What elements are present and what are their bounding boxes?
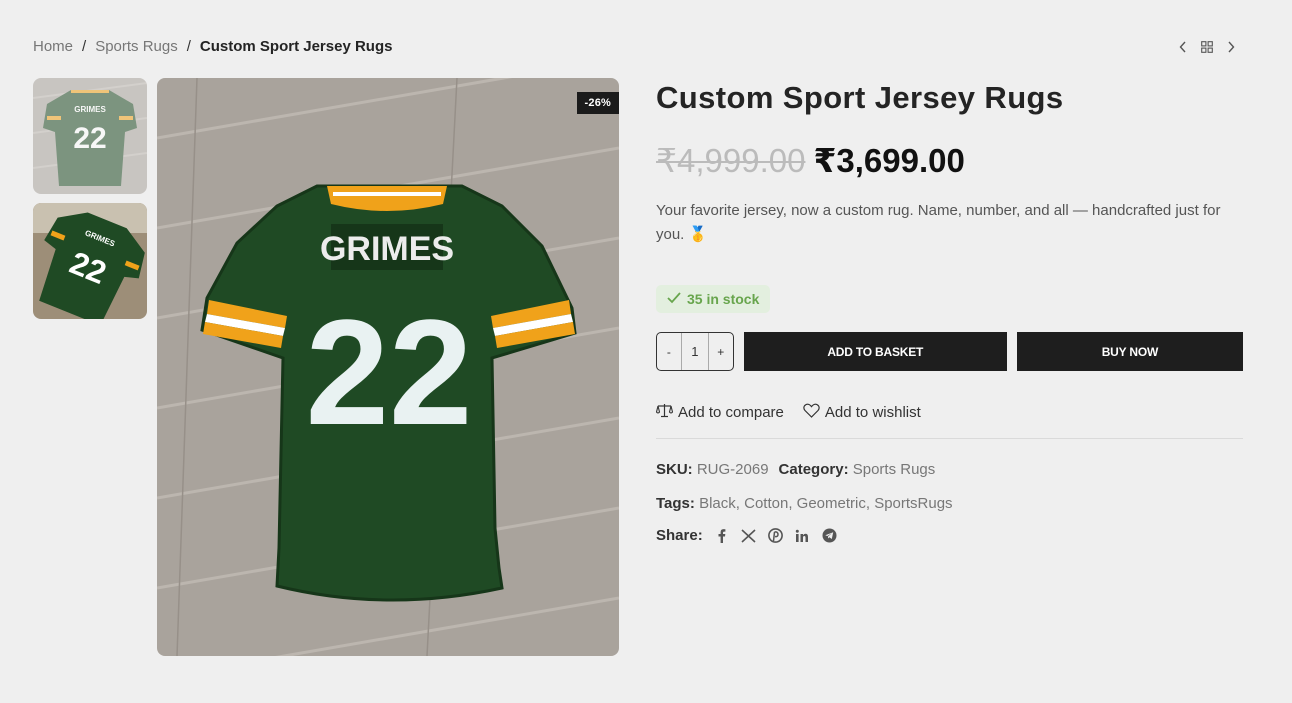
chevron-left-icon[interactable]	[1177, 39, 1189, 55]
thumbnail-1[interactable]: GRIMES 22	[33, 78, 147, 194]
add-to-compare-label: Add to compare	[678, 404, 784, 421]
breadcrumb: Home / Sports Rugs / Custom Sport Jersey…	[33, 38, 392, 55]
short-description: Your favorite jersey, now a custom rug. …	[656, 202, 1221, 243]
stock-status: 35 in stock	[656, 285, 771, 313]
breadcrumb-category-link[interactable]: Sports Rugs	[95, 38, 178, 55]
breadcrumb-separator: /	[186, 38, 191, 55]
chevron-right-icon[interactable]	[1225, 39, 1237, 55]
jersey-name: GRIMES	[320, 230, 454, 268]
tag-link[interactable]: SportsRugs	[874, 495, 952, 512]
buy-now-button[interactable]: BUY NOW	[1016, 332, 1243, 371]
share-row: Share:	[656, 527, 1243, 544]
discount-badge: -26%	[576, 92, 619, 114]
grid-icon[interactable]	[1201, 39, 1213, 55]
jersey-number: 22	[306, 288, 473, 456]
thumbnail-2[interactable]: GRIMES 22	[33, 203, 147, 319]
pinterest-icon[interactable]	[767, 527, 784, 544]
qty-input[interactable]	[680, 333, 709, 370]
price: ₹4,999.00 ₹3,699.00	[656, 141, 1243, 180]
old-price: ₹4,999.00	[656, 142, 806, 179]
add-to-wishlist-label: Add to wishlist	[824, 404, 921, 421]
add-to-compare-link[interactable]: Add to compare	[655, 403, 784, 422]
thumb-jersey-name: GRIMES	[74, 105, 106, 114]
qty-minus-button[interactable]: -	[657, 333, 681, 370]
tag-link[interactable]: Cotton	[744, 495, 788, 512]
heart-icon	[803, 403, 820, 422]
main-product-image[interactable]: GRIMES 22 -26%	[157, 78, 619, 656]
tag-link[interactable]: Black	[699, 495, 736, 512]
product-actions: Add to compare Add to wishlist	[655, 403, 1243, 422]
facebook-icon[interactable]	[713, 527, 730, 544]
thumb-jersey-number: 22	[73, 122, 106, 155]
stock-text: 35 in stock	[687, 291, 760, 307]
meta-row-sku-category: SKU: RUG-2069 Category: Sports Rugs	[656, 459, 1243, 481]
linkedin-icon[interactable]	[794, 527, 811, 544]
divider	[656, 438, 1243, 439]
breadcrumb-current: Custom Sport Jersey Rugs	[199, 38, 393, 55]
share-label: Share:	[656, 527, 703, 544]
breadcrumb-separator: /	[82, 38, 87, 55]
product-summary: Custom Sport Jersey Rugs ₹4,999.00 ₹3,69…	[655, 78, 1243, 544]
meta-row-tags: Tags: Black, Cotton, Geometric, SportsRu…	[656, 495, 953, 512]
x-twitter-icon[interactable]	[740, 527, 757, 544]
product-meta: SKU: RUG-2069 Category: Sports Rugs Tags…	[656, 459, 1243, 515]
thumbnail-list: GRIMES 22 GRIMES 22	[33, 78, 147, 328]
breadcrumb-home-link[interactable]: Home	[33, 38, 73, 55]
sku-value: RUG-2069	[696, 461, 769, 478]
category-link[interactable]: Sports Rugs	[853, 461, 936, 478]
sale-price: ₹3,699.00	[813, 142, 965, 179]
category-label: Category:	[778, 461, 849, 478]
telegram-icon[interactable]	[821, 527, 838, 544]
add-to-wishlist-link[interactable]: Add to wishlist	[803, 403, 921, 422]
add-to-basket-button[interactable]: ADD TO BASKET	[743, 332, 1007, 371]
qty-plus-button[interactable]: +	[709, 333, 733, 370]
check-icon	[667, 291, 681, 307]
compare-icon	[655, 403, 674, 422]
sku-label: SKU:	[656, 461, 693, 478]
product-title: Custom Sport Jersey Rugs	[656, 80, 1064, 115]
tag-link[interactable]: Geometric	[797, 495, 866, 512]
add-to-cart-row: - + ADD TO BASKET BUY NOW	[656, 332, 1243, 371]
product-navigation	[1177, 39, 1237, 55]
tags-label: Tags:	[656, 495, 695, 512]
quantity-stepper: - +	[656, 332, 734, 371]
